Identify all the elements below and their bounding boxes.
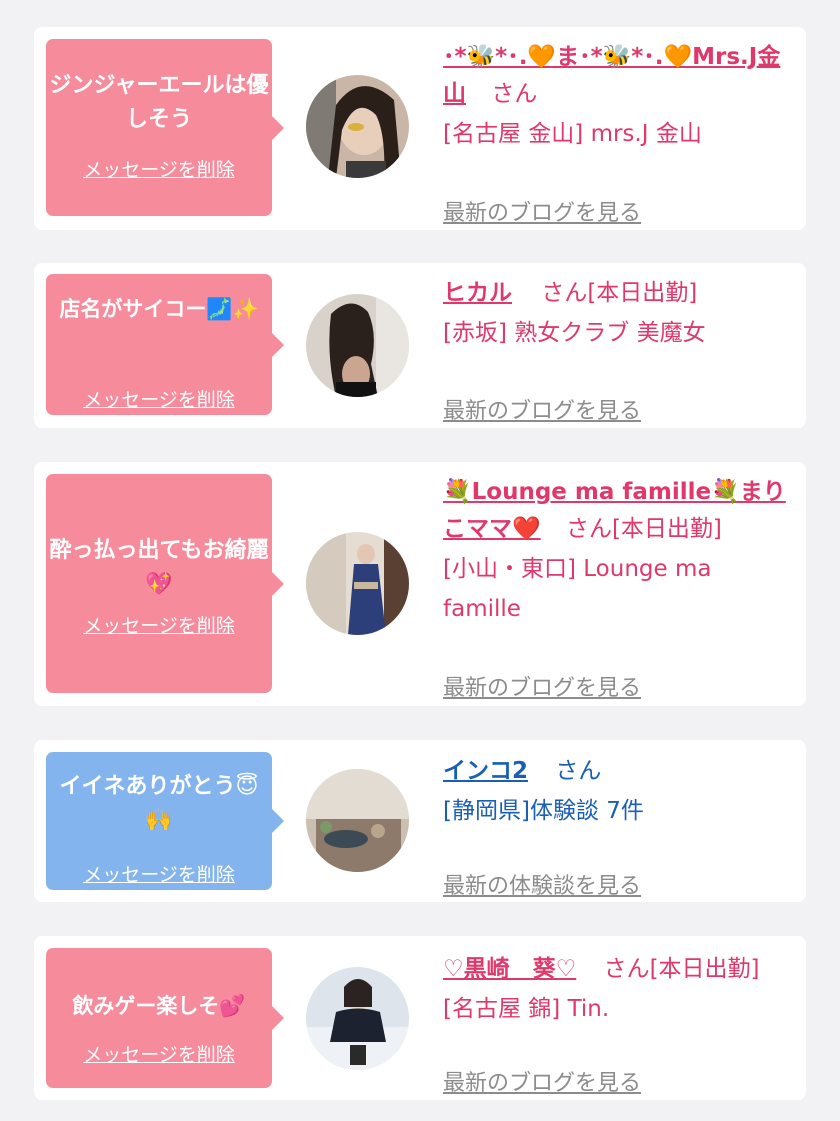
message-bubble: ジンジャーエールは優しそう メッセージを削除: [46, 39, 284, 216]
status-badge: [本日出勤]: [587, 280, 698, 306]
profile-name-link[interactable]: ♡黒崎 葵♡: [443, 956, 576, 982]
message-card: 店名がサイコー🗾✨ メッセージを削除 ヒカル さん[本日出勤] [赤坂] 熟女ク…: [34, 263, 806, 428]
message-bubble: 飲みゲー楽しそ💕 メッセージを削除: [46, 948, 284, 1088]
honorific: さん: [555, 758, 602, 784]
delete-message-link[interactable]: メッセージを削除: [46, 385, 272, 412]
delete-message-link[interactable]: メッセージを削除: [46, 611, 272, 638]
message-text: 店名がサイコー🗾✨: [59, 297, 259, 321]
honorific: さん: [603, 956, 650, 982]
avatar[interactable]: [306, 294, 409, 397]
review-info: [静岡県]体験談 7件: [443, 798, 644, 824]
honorific: さん: [541, 280, 588, 306]
honorific: さん: [565, 516, 612, 542]
message-card: 酔っ払っ出てもお綺麗💖 メッセージを削除 💐Lounge ma famille💐…: [34, 462, 806, 706]
shop-info: [名古屋 錦] Tin.: [443, 996, 610, 1022]
message-text: 飲みゲー楽しそ💕: [72, 994, 246, 1018]
honorific: さん: [491, 81, 538, 107]
avatar[interactable]: [306, 967, 409, 1070]
profile-info: 💐Lounge ma famille💐まりこママ❤️ さん[本日出勤] [小山・…: [443, 474, 795, 701]
shop-info: [名古屋 金山] mrs.J 金山: [443, 121, 702, 147]
message-text: 酔っ払っ出てもお綺麗💖: [49, 538, 269, 597]
profile-info: インコ2 さん [静岡県]体験談 7件 最新の体験談を見る: [443, 753, 795, 899]
status-badge: [本日出勤]: [611, 516, 722, 542]
latest-blog-link[interactable]: 最新のブログを見る: [443, 670, 641, 702]
message-text: ジンジャーエールは優しそう: [49, 73, 269, 132]
avatar[interactable]: [306, 532, 409, 635]
profile-name-link[interactable]: インコ2: [443, 758, 528, 784]
delete-message-link[interactable]: メッセージを削除: [46, 155, 272, 182]
profile-info: ヒカル さん[本日出勤] [赤坂] 熟女クラブ 美魔女 最新のブログを見る: [443, 275, 795, 424]
message-bubble: イイネありがとう😇🙌 メッセージを削除: [46, 752, 284, 890]
avatar[interactable]: [306, 75, 409, 178]
shop-info: [小山・東口] Lounge ma famille: [443, 556, 712, 622]
avatar[interactable]: [306, 769, 409, 872]
message-card: ジンジャーエールは優しそう メッセージを削除 ･*🐝*･.🧡ま･*🐝*･.🧡Mr…: [34, 27, 806, 230]
profile-info: ･*🐝*･.🧡ま･*🐝*･.🧡Mrs.J金山 さん [名古屋 金山] mrs.J…: [443, 39, 795, 226]
profile-name-link[interactable]: ヒカル: [443, 280, 512, 306]
message-text: イイネありがとう😇🙌: [59, 774, 259, 833]
message-card: 飲みゲー楽しそ💕 メッセージを削除 ♡黒崎 葵♡ さん[本日出勤] [名古屋 錦…: [34, 936, 806, 1100]
message-bubble: 酔っ払っ出てもお綺麗💖 メッセージを削除: [46, 474, 284, 693]
latest-blog-link[interactable]: 最新のブログを見る: [443, 1065, 641, 1097]
delete-message-link[interactable]: メッセージを削除: [46, 1040, 272, 1067]
latest-blog-link[interactable]: 最新のブログを見る: [443, 195, 641, 227]
message-card: イイネありがとう😇🙌 メッセージを削除 インコ2 さん [静岡県]体験談 7件 …: [34, 740, 806, 902]
shop-info: [赤坂] 熟女クラブ 美魔女: [443, 320, 706, 346]
delete-message-link[interactable]: メッセージを削除: [46, 860, 272, 887]
message-bubble: 店名がサイコー🗾✨ メッセージを削除: [46, 274, 284, 415]
status-badge: [本日出勤]: [649, 956, 760, 982]
profile-info: ♡黒崎 葵♡ さん[本日出勤] [名古屋 錦] Tin. 最新のブログを見る: [443, 951, 795, 1096]
latest-review-link[interactable]: 最新の体験談を見る: [443, 868, 641, 900]
latest-blog-link[interactable]: 最新のブログを見る: [443, 393, 641, 425]
